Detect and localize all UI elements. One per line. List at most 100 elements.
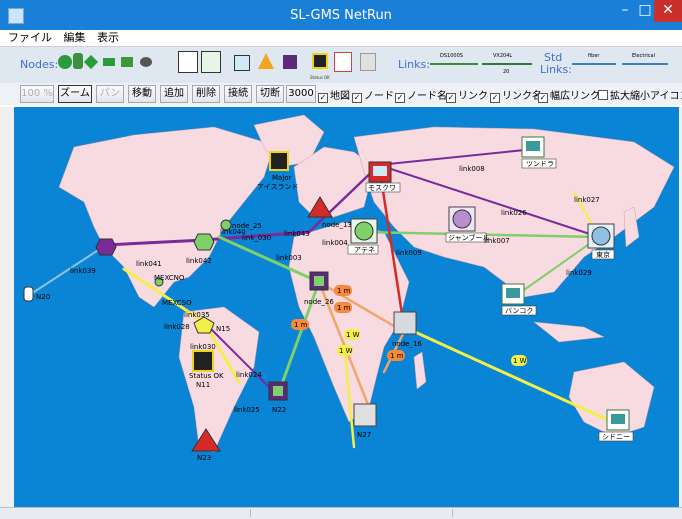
checkbox-scale-icon[interactable]: 拡大縮小アイコン [598,87,682,102]
link-label: link030 [190,343,216,351]
world-map-svg[interactable]: 1 m 1 m 1 m 1 m 1 W 1 W 1 W モスクワ ツンドラ アテ… [14,107,679,507]
node-n22[interactable]: N22 [268,381,288,414]
badge-1w-b[interactable]: 1 W [511,355,527,366]
badge-1m-a[interactable]: 1 m [334,285,352,296]
monitor-node-icon[interactable] [234,55,250,71]
maximize-button[interactable]: □ [636,0,654,22]
close-button[interactable]: ✕ [654,0,682,22]
node-label: MEXCNO [154,274,185,282]
status-node-icon[interactable] [312,53,328,69]
links-label: Links: [398,58,430,71]
checkbox-node-name-label: ノード名 [407,91,447,102]
node-n27[interactable]: N27 [353,403,377,439]
computer-node-icon[interactable] [201,51,221,73]
link-type-value-label: 20 [503,69,510,75]
node-label: node_16 [392,340,422,348]
checkbox-scale-icon-label: 拡大縮小アイコン [610,91,682,102]
link-label: link035 [184,311,210,319]
node-mid-hex[interactable] [193,233,215,251]
checkbox-link-name[interactable]: ✓ リンク名 [490,87,542,103]
network-map[interactable]: 1 m 1 m 1 m 1 m 1 W 1 W 1 W モスクワ ツンドラ アテ… [14,107,679,507]
node-label: N23 [197,454,211,462]
link-label: link_030 [242,234,271,242]
menu-view[interactable]: 表示 [97,30,119,46]
node-label: アイスランド [257,183,298,191]
badge-1w-c[interactable]: 1 W [337,345,353,356]
warning-node-icon[interactable] [258,53,274,69]
link-label: link027 [574,196,600,204]
badge-text: 1 m [390,352,404,360]
cylinder-node-icon[interactable] [73,53,83,69]
node-label: N27 [357,431,371,439]
checkbox-map[interactable]: ✓ 地図 [318,87,350,103]
badge-1w-a[interactable]: 1 W [344,329,360,340]
menu-bar: ファイル 編集 表示 [0,30,682,46]
link-label: link043 [284,230,310,238]
link-label: link026 [501,209,527,217]
node-athens[interactable]: アテネ [347,218,379,255]
diamond-node-icon[interactable] [83,54,99,70]
link-type-fiber[interactable] [572,63,616,65]
link-type-vx204l[interactable] [482,63,532,65]
link-label: link041 [136,260,162,268]
left-gutter [0,107,14,507]
value-3000-button[interactable]: 3000 [286,85,316,103]
minimize-button[interactable]: – [614,0,636,22]
delete-button[interactable]: 削除 [192,85,220,103]
menu-file[interactable]: ファイル [8,30,52,46]
node-tokyo[interactable]: 東京 [587,223,615,260]
alert-node-icon[interactable] [334,52,352,72]
add-button[interactable]: 追加 [160,85,188,103]
node-label: MEXCSO [162,299,192,307]
nodes-label: Nodes: [20,58,59,71]
menu-edit[interactable]: 編集 [64,30,86,46]
checkbox-node[interactable]: ✓ ノード [352,87,394,103]
link-label: link042 [186,257,212,265]
node-label: N20 [36,293,50,301]
palette-toolbar: Nodes: Links: DS1000S VX204L 20 Std Link… [0,46,682,84]
node-west-hex[interactable] [95,238,117,256]
title-bar: SL-GMS NetRun – □ ✕ [0,0,682,30]
disconnect-button[interactable]: 切断 [256,85,284,103]
status-ok-text: Status OK [189,372,224,380]
node-label: node_26 [304,298,334,306]
checkbox-node-name[interactable]: ✓ ノード名 [395,87,447,103]
link-type-ds1000s[interactable] [430,63,478,65]
window-title: SL-GMS NetRun [290,8,392,23]
move-button[interactable]: 移動 [128,85,156,103]
node-label: node_13 [322,221,352,229]
checkbox-node-label: ノード [364,91,394,102]
green-node-icon[interactable] [58,55,72,69]
indonesia [533,321,605,343]
server-node-icon[interactable] [178,51,198,73]
status-segment-2 [252,509,453,517]
link-type-fiber-label: fiber [588,53,600,59]
checkbox-link[interactable]: ✓ リンク [446,87,488,103]
link-type-electrical[interactable] [622,63,668,65]
hub-node-icon[interactable] [140,57,152,67]
status-segment-1 [0,509,251,517]
pan-button[interactable]: パン [96,85,124,103]
badge-text: 1 W [346,331,360,339]
badge-text: 1 m [337,304,351,312]
checkbox-map-label: 地図 [330,91,350,102]
badge-1m-b[interactable]: 1 m [291,319,309,330]
badge-text: 1 m [294,321,308,329]
zoom-button[interactable]: ズーム [58,85,92,103]
link-label: link009 [396,249,422,257]
blank-node-icon[interactable] [360,53,376,71]
purple-node-icon[interactable] [283,55,297,69]
bar-node-icon[interactable] [103,58,115,66]
checkbox-wide-link[interactable]: ✓ 幅広リンク [538,87,600,103]
link-label: link003 [276,254,302,262]
bat-node-icon[interactable] [121,57,133,67]
connect-button[interactable]: 接続 [224,85,252,103]
node-label: バンコク [505,307,533,315]
link-label: link028 [164,323,190,331]
badge-1m-d[interactable]: 1 m [334,302,352,313]
link-label: link029 [566,269,592,277]
badge-1m-c[interactable]: 1 m [387,350,405,361]
link-type-electrical-label: Electrical [632,53,655,59]
zoom-100-button[interactable]: 100 % [20,85,54,103]
node-16[interactable]: node_16 [392,311,422,348]
